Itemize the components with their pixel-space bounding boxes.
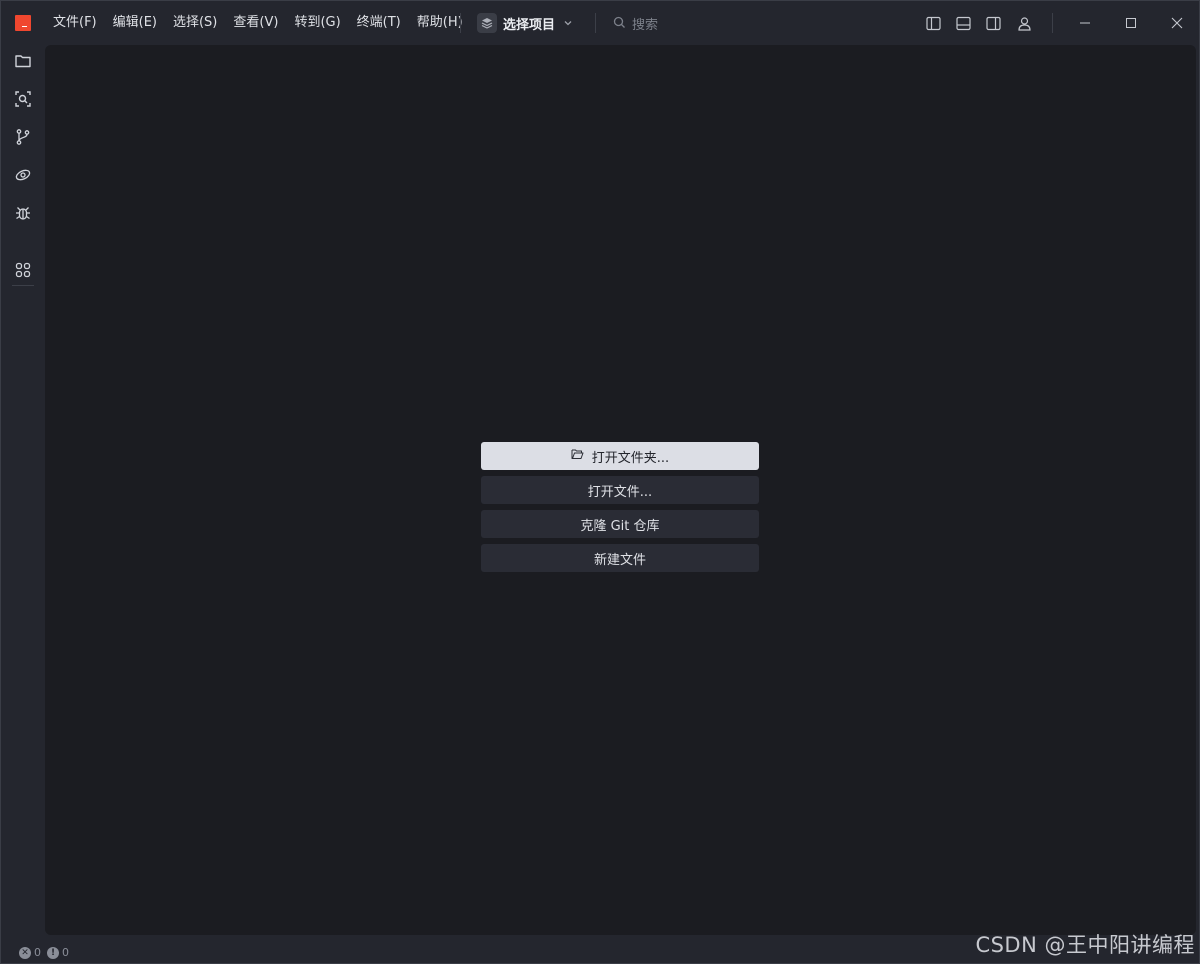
- menu-bar: 文件(F) 编辑(E) 选择(S) 查看(V) 转到(G) 终端(T) 帮助(H…: [45, 13, 471, 33]
- debug-icon[interactable]: [12, 202, 34, 224]
- app-logo: [15, 15, 31, 31]
- watermark: CSDN @王中阳讲编程: [975, 933, 1195, 957]
- error-count: 0: [34, 946, 41, 959]
- menu-file[interactable]: 文件(F): [45, 13, 105, 33]
- account-icon[interactable]: [1015, 14, 1033, 32]
- new-file-label: 新建文件: [593, 552, 646, 568]
- error-icon: ✕: [19, 946, 31, 959]
- problems-indicator[interactable]: ✕ 0 ! 0: [19, 946, 69, 959]
- folder-open-icon: [571, 448, 584, 464]
- app-window: 文件(F) 编辑(E) 选择(S) 查看(V) 转到(G) 终端(T) 帮助(H…: [0, 0, 1200, 964]
- welcome-actions: 打开文件夹... 打开文件... 克隆 Git 仓库 新建文件: [481, 442, 759, 578]
- search-scope-icon[interactable]: [12, 88, 34, 110]
- toggle-secondary-sidebar-icon[interactable]: [984, 14, 1002, 32]
- search-input: 搜索: [632, 17, 659, 33]
- extensions-icon[interactable]: [12, 259, 34, 281]
- warning-count: 0: [62, 946, 69, 959]
- maximize-button[interactable]: [1108, 9, 1154, 37]
- title-divider: [1052, 13, 1053, 33]
- new-file-button[interactable]: 新建文件: [481, 544, 759, 572]
- clone-git-repo-button[interactable]: 克隆 Git 仓库: [481, 510, 759, 538]
- search-icon: [613, 14, 626, 33]
- menu-terminal[interactable]: 终端(T): [349, 13, 409, 33]
- activity-divider: [12, 285, 34, 286]
- source-control-icon[interactable]: [12, 126, 34, 148]
- activity-bar: [1, 45, 45, 941]
- menu-help[interactable]: 帮助(H): [409, 13, 471, 33]
- menu-edit[interactable]: 编辑(E): [105, 13, 165, 33]
- title-divider: [595, 13, 596, 33]
- toggle-panel-icon[interactable]: [954, 14, 972, 32]
- folder-icon[interactable]: [12, 50, 34, 72]
- menu-go[interactable]: 转到(G): [286, 13, 348, 33]
- warning-icon: !: [47, 946, 59, 959]
- toggle-primary-sidebar-icon[interactable]: [924, 14, 942, 32]
- open-folder-button[interactable]: 打开文件夹...: [481, 442, 759, 470]
- title-bar: 文件(F) 编辑(E) 选择(S) 查看(V) 转到(G) 终端(T) 帮助(H…: [1, 1, 1200, 45]
- project-label: 选择项目: [503, 17, 556, 33]
- open-file-label: 打开文件...: [587, 484, 653, 500]
- minimize-button[interactable]: [1062, 9, 1108, 37]
- clone-git-repo-label: 克隆 Git 仓库: [580, 518, 660, 534]
- chevron-down-icon: [561, 16, 575, 30]
- title-divider: [460, 13, 461, 33]
- project-picker[interactable]: 选择项目: [477, 12, 575, 34]
- close-button[interactable]: [1154, 9, 1200, 37]
- open-folder-label: 打开文件夹...: [591, 450, 670, 466]
- search-box[interactable]: 搜索: [613, 12, 658, 34]
- editor-area: 打开文件夹... 打开文件... 克隆 Git 仓库 新建文件: [45, 45, 1196, 935]
- layers-icon: [477, 13, 497, 33]
- menu-view[interactable]: 查看(V): [225, 13, 286, 33]
- open-file-button[interactable]: 打开文件...: [481, 476, 759, 504]
- menu-selection[interactable]: 选择(S): [165, 13, 225, 33]
- remote-explorer-icon[interactable]: [12, 164, 34, 186]
